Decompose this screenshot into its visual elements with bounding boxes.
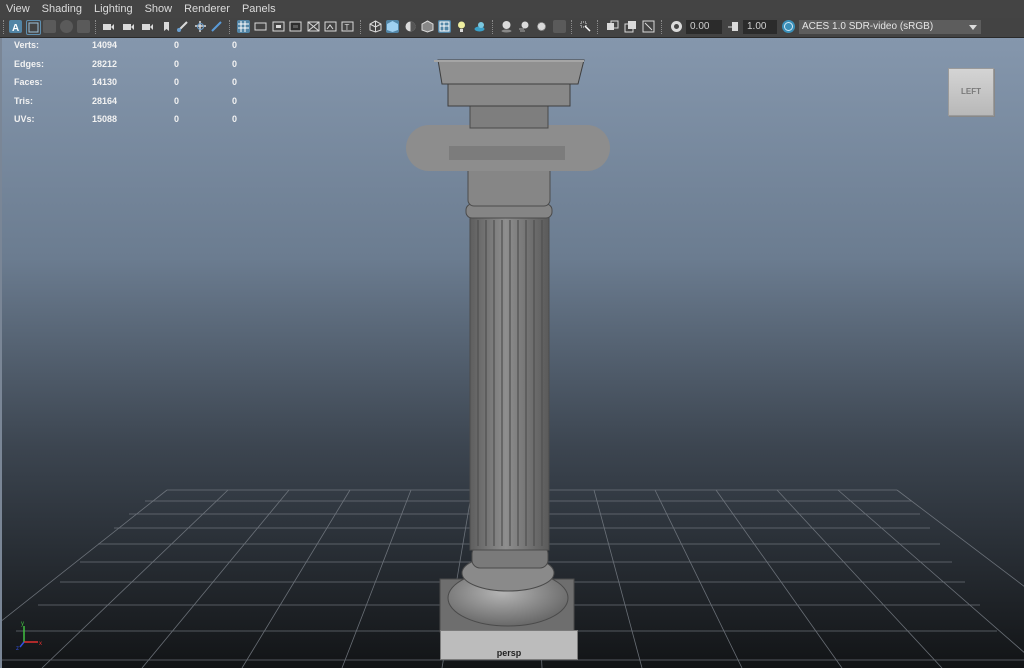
exposure-icon[interactable] (670, 20, 683, 33)
svg-text:T: T (345, 23, 350, 32)
toolbar-separator (3, 20, 6, 34)
menu-renderer[interactable]: Renderer (178, 0, 236, 18)
axis-orientation-icon: y x z (16, 621, 42, 650)
anti-aliasing-icon[interactable] (535, 20, 548, 33)
bookmark-icon[interactable] (160, 20, 173, 33)
safe-action-icon[interactable] (194, 20, 207, 33)
gamma-icon[interactable] (727, 20, 740, 33)
select-camera-icon[interactable]: A (9, 20, 22, 34)
hud-row-tris: Tris: 28164 0 0 (14, 95, 238, 106)
toolbar-separator (95, 20, 98, 34)
view-transform-icon[interactable] (782, 20, 795, 33)
hud-row-verts: Verts: 14094 0 0 (14, 40, 238, 50)
safe-title-icon[interactable] (210, 20, 223, 33)
panel-menu-bar: View Shading Lighting Show Renderer Pane… (0, 0, 1024, 18)
axis-x-label: x (39, 641, 42, 647)
use-all-lights-icon[interactable] (455, 20, 468, 33)
menu-shading[interactable]: Shading (36, 0, 88, 18)
axis-z-label: z (16, 646, 19, 650)
film-gate-icon[interactable] (254, 20, 267, 33)
motion-blur-icon[interactable] (518, 20, 531, 33)
safe-action-toggle-icon[interactable] (324, 20, 337, 33)
gate-mask-icon[interactable] (289, 20, 302, 33)
ionic-column-model (406, 59, 610, 633)
menu-view[interactable]: View (0, 0, 36, 18)
hud-row-faces: Faces: 14130 0 0 (14, 77, 238, 87)
wireframe-icon[interactable] (369, 20, 382, 33)
2d-pan-zoom-icon[interactable] (77, 20, 90, 33)
grid-toggle-icon[interactable] (237, 20, 250, 33)
menu-panels[interactable]: Panels (236, 0, 282, 18)
svg-text:A: A (12, 23, 19, 33)
hud-row-uvs: UVs: 15088 0 0 (14, 114, 238, 124)
gamma-field[interactable]: 1.00 (743, 20, 777, 34)
menu-lighting[interactable]: Lighting (88, 0, 139, 18)
exposure-field[interactable]: 0.00 (686, 20, 722, 34)
toolbar-separator (661, 20, 664, 34)
grease-pencil-icon[interactable] (102, 20, 115, 33)
toolbar-separator (492, 20, 495, 34)
field-chart-toggle-icon[interactable] (307, 20, 320, 33)
view-cube[interactable]: LEFT (948, 68, 994, 116)
chevron-down-icon (969, 25, 977, 30)
bookmarks-icon[interactable] (43, 20, 56, 33)
image-plane-icon[interactable] (60, 20, 73, 33)
depth-of-field-icon[interactable] (553, 20, 566, 33)
viewport-scene (2, 59, 1024, 668)
camera-name: persp (496, 648, 522, 658)
smooth-shade-icon[interactable] (386, 20, 399, 33)
hud-row-edges: Edges: 28212 0 0 (14, 58, 238, 69)
toolbar-separator (360, 20, 363, 34)
toolbar-separator (229, 20, 232, 34)
poly-count-hud: Verts: 14094 0 0 Edges: 28212 0 0 Faces:… (14, 38, 254, 131)
color-space-dropdown[interactable]: ACES 1.0 SDR-video (sRGB) (799, 20, 981, 34)
color-space-label: ACES 1.0 SDR-video (sRGB) (802, 21, 934, 32)
wireframe-on-shaded-icon[interactable] (421, 20, 434, 33)
shadows-icon[interactable] (473, 20, 486, 33)
camera-name-label: persp (440, 630, 578, 660)
xray-icon[interactable] (606, 20, 619, 33)
isolate-select-icon[interactable] (579, 20, 592, 33)
menu-show[interactable]: Show (139, 0, 179, 18)
view-cube-face-label: LEFT (961, 87, 981, 96)
camera-attributes-icon[interactable] (26, 20, 41, 35)
resolution-icon[interactable] (272, 20, 285, 33)
field-chart-icon[interactable] (176, 20, 189, 33)
resolution-gate-icon[interactable] (141, 20, 154, 33)
screen-space-ao-icon[interactable] (500, 20, 513, 33)
safe-title-toggle-icon[interactable]: T (341, 20, 354, 33)
toolbar-separator (571, 20, 574, 34)
axis-y-label: y (21, 621, 24, 627)
panel-toolbar: A T 0.00 1.00 ACES 1.0 SDR-video (sRGB) (0, 18, 1024, 38)
default-material-icon[interactable] (404, 20, 417, 33)
toolbar-separator (597, 20, 600, 34)
xray-active-components-icon[interactable] (642, 20, 655, 33)
camera-film-gate-icon[interactable] (122, 20, 135, 33)
xray-joints-icon[interactable] (624, 20, 637, 33)
maya-viewport-panel: View Shading Lighting Show Renderer Pane… (0, 0, 1024, 668)
3d-viewport[interactable]: Verts: 14094 0 0 Edges: 28212 0 0 Faces:… (0, 38, 1024, 668)
textured-icon[interactable] (438, 20, 451, 33)
